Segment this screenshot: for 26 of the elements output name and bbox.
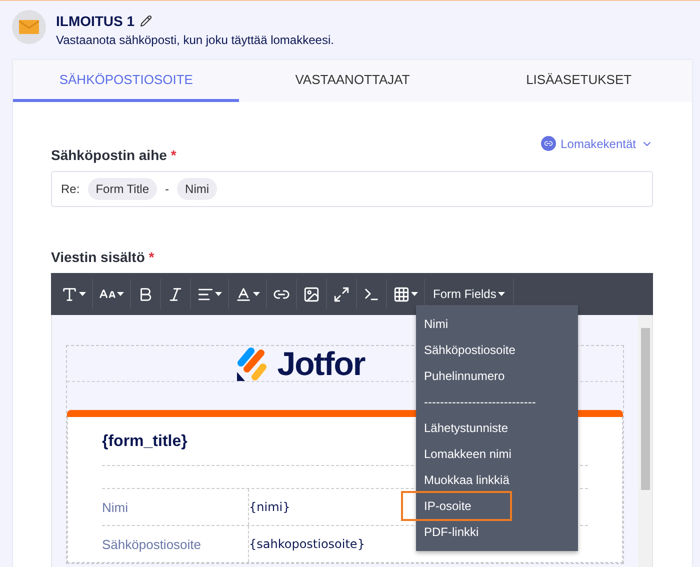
menu-item[interactable]: Sähköpostiosoite [416,337,578,363]
menu-item[interactable]: IP-osoite [403,493,510,519]
field-value: {sahkopostiosoite} [249,537,365,551]
subject-separator: - [165,182,170,196]
subject-field[interactable]: Re: Form Title - Nimi [51,171,653,207]
field-value: {nimi} [249,500,290,514]
menu-item[interactable]: Puhelinnumero [416,363,578,389]
field-label: Sähköpostin aihe * [51,147,176,163]
tab[interactable]: SÄHKÖPOSTIOSOITE [13,60,240,102]
menu-item[interactable]: ---------------------------- [416,389,578,415]
notification-title: ILMOITUS 1 [56,13,135,29]
form-fields-link[interactable]: Lomakekentät [540,136,653,151]
tab[interactable]: VASTAANOTTAJAT [239,60,466,102]
menu-item[interactable]: Lähetystunniste [416,415,578,441]
menu-item[interactable]: Lomakkeen nimi [416,441,578,467]
field-tag: Form Title [88,178,158,200]
field-name: Sähköpostiosoite [102,536,202,552]
logo-text: Jotfor [277,347,365,380]
tab[interactable]: LISÄASETUKSET [466,60,692,102]
field-tag: Nimi [177,178,218,200]
menu-item[interactable]: PDF-linkki [416,519,578,545]
notification-subtitle: Vastaanota sähköposti, kun joku täyttää lomakkeesi. [56,33,334,47]
subject-prefix: Re: [61,182,80,196]
menu-item[interactable]: Muokkaa linkkiä [416,467,578,493]
field-label: Viestin sisältö * [51,249,154,265]
field-name: Nimi [102,500,129,514]
